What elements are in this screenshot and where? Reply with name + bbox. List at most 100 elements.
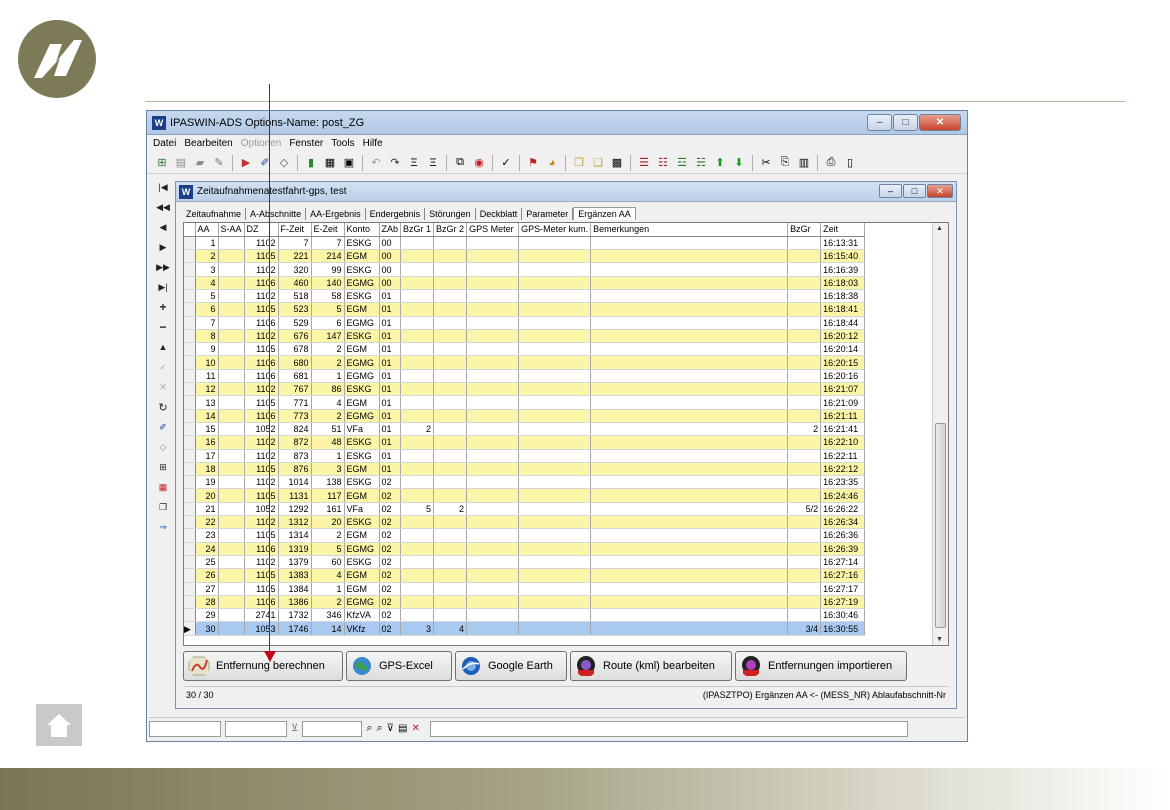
row-indicator[interactable] [184, 422, 196, 437]
table-cell[interactable]: 7 [278, 236, 312, 251]
table-cell[interactable]: 00 [379, 236, 402, 251]
table-cell[interactable]: 1053 [244, 621, 279, 636]
table-cell[interactable]: 7 [195, 316, 219, 330]
table-cell[interactable] [518, 355, 592, 370]
table-row[interactable]: 3 1102 320 99 ESKG 00 16:16:39 [184, 262, 866, 277]
table-cell[interactable]: 16:18:41 [820, 302, 866, 317]
search-next-icon[interactable]: ⌕ [377, 722, 383, 735]
table-cell[interactable] [590, 542, 789, 556]
table-cell[interactable]: ESKG [344, 435, 380, 450]
row-indicator[interactable] [184, 355, 196, 370]
row-indicator[interactable] [184, 582, 196, 596]
table-cell[interactable] [400, 568, 435, 583]
table-cell[interactable]: 2 [787, 422, 822, 437]
table-cell[interactable]: 01 [379, 395, 402, 410]
table-cell[interactable]: 1386 [278, 595, 312, 610]
table-cell[interactable] [433, 488, 468, 503]
calculator-icon[interactable]: ▩ [608, 154, 626, 172]
table-cell[interactable] [518, 249, 592, 264]
table-cell[interactable] [218, 422, 245, 437]
column-header[interactable]: E-Zeit [311, 223, 345, 237]
table-cell[interactable]: EGMG [344, 369, 380, 384]
table-cell[interactable]: 21 [195, 502, 219, 517]
table-cell[interactable] [218, 449, 245, 463]
table-cell[interactable] [466, 435, 520, 450]
table-cell[interactable] [590, 582, 789, 596]
table-cell[interactable]: 2 [311, 409, 345, 423]
table-cell[interactable] [518, 568, 592, 583]
table-row[interactable]: 13 1105 771 4 EGM 01 16:21:09 [184, 395, 866, 410]
table-cell[interactable]: EGMG [344, 355, 380, 370]
table-cell[interactable]: 117 [311, 488, 345, 503]
copy-icon[interactable]: ⎘ [776, 154, 794, 172]
table-cell[interactable]: 30 [195, 621, 219, 636]
table-cell[interactable]: 14 [311, 621, 345, 636]
table-cell[interactable] [218, 316, 245, 330]
table-cell[interactable]: 676 [278, 329, 312, 344]
table-cell[interactable] [787, 236, 822, 251]
table-cell[interactable] [787, 316, 822, 330]
table-cell[interactable]: 20 [311, 515, 345, 530]
table-cell[interactable]: 48 [311, 435, 345, 450]
table-cell[interactable]: 1 [311, 449, 345, 463]
table-cell[interactable]: 16:27:17 [820, 582, 866, 596]
table-cell[interactable]: 16:22:10 [820, 435, 866, 450]
minimize-button[interactable]: – [867, 114, 892, 131]
table-cell[interactable] [433, 528, 468, 543]
table-cell[interactable]: 2741 [244, 608, 279, 623]
table-cell[interactable] [787, 488, 822, 503]
table-cell[interactable]: 1102 [244, 515, 279, 530]
table-cell[interactable]: 02 [379, 621, 402, 636]
table-cell[interactable]: 1106 [244, 409, 279, 423]
delete-record-icon[interactable]: − [150, 317, 176, 337]
table-cell[interactable]: 1102 [244, 262, 279, 277]
table-cell[interactable] [433, 409, 468, 423]
table-row[interactable]: 8 1102 676 147 ESKG 01 16:20:12 [184, 329, 866, 344]
table-cell[interactable] [218, 502, 245, 517]
tree-icon[interactable]: ⊞ [153, 154, 171, 172]
table-cell[interactable] [518, 382, 592, 397]
table-cell[interactable]: 01 [379, 342, 402, 357]
tab-endergebnis[interactable]: Endergebnis [366, 208, 426, 220]
table-cell[interactable] [400, 369, 435, 384]
table-cell[interactable]: EGM [344, 302, 380, 317]
table-cell[interactable]: 17 [195, 449, 219, 463]
route-bearbeiten-button[interactable]: Route (kml) bearbeiten [570, 651, 732, 681]
undo-icon[interactable]: ↶ [367, 154, 385, 172]
row-indicator[interactable] [184, 342, 196, 357]
table-cell[interactable]: 16:27:14 [820, 555, 866, 570]
table-cell[interactable]: 16:18:38 [820, 289, 866, 304]
table-cell[interactable]: 1102 [244, 236, 279, 251]
table-cell[interactable] [590, 449, 789, 463]
table-cell[interactable] [466, 449, 520, 463]
table-cell[interactable]: 1312 [278, 515, 312, 530]
table-cell[interactable] [590, 329, 789, 344]
table-cell[interactable]: 1102 [244, 449, 279, 463]
table-cell[interactable]: 1105 [244, 302, 279, 317]
table-cell[interactable] [400, 475, 435, 490]
table-cell[interactable]: 1106 [244, 355, 279, 370]
table-row[interactable]: 25 1102 1379 60 ESKG 02 16:27:14 [184, 555, 866, 570]
filter-input[interactable] [302, 720, 363, 737]
refresh-icon[interactable]: ↻ [150, 397, 176, 417]
table-cell[interactable] [400, 449, 435, 463]
table-cell[interactable] [518, 582, 592, 596]
table-cell[interactable]: 5/2 [787, 502, 822, 517]
filter-clear-icon[interactable]: ✕ [411, 723, 419, 734]
table-cell[interactable] [518, 515, 592, 530]
table-cell[interactable] [787, 582, 822, 596]
filter-apply-icon[interactable]: ⊽ [387, 723, 394, 734]
table-cell[interactable] [787, 395, 822, 410]
table-cell[interactable] [518, 262, 592, 277]
table-cell[interactable]: 16:20:12 [820, 329, 866, 344]
table-cell[interactable]: 60 [311, 555, 345, 570]
table-cell[interactable] [466, 595, 520, 610]
table-cell[interactable] [518, 449, 592, 463]
table-cell[interactable] [400, 528, 435, 543]
table-cell[interactable] [590, 302, 789, 317]
table-cell[interactable] [590, 595, 789, 610]
table-row[interactable]: 14 1106 773 2 EGMG 01 16:21:11 [184, 409, 866, 423]
table-cell[interactable]: 01 [379, 302, 402, 317]
table-cell[interactable] [400, 249, 435, 264]
table-cell[interactable] [590, 409, 789, 423]
